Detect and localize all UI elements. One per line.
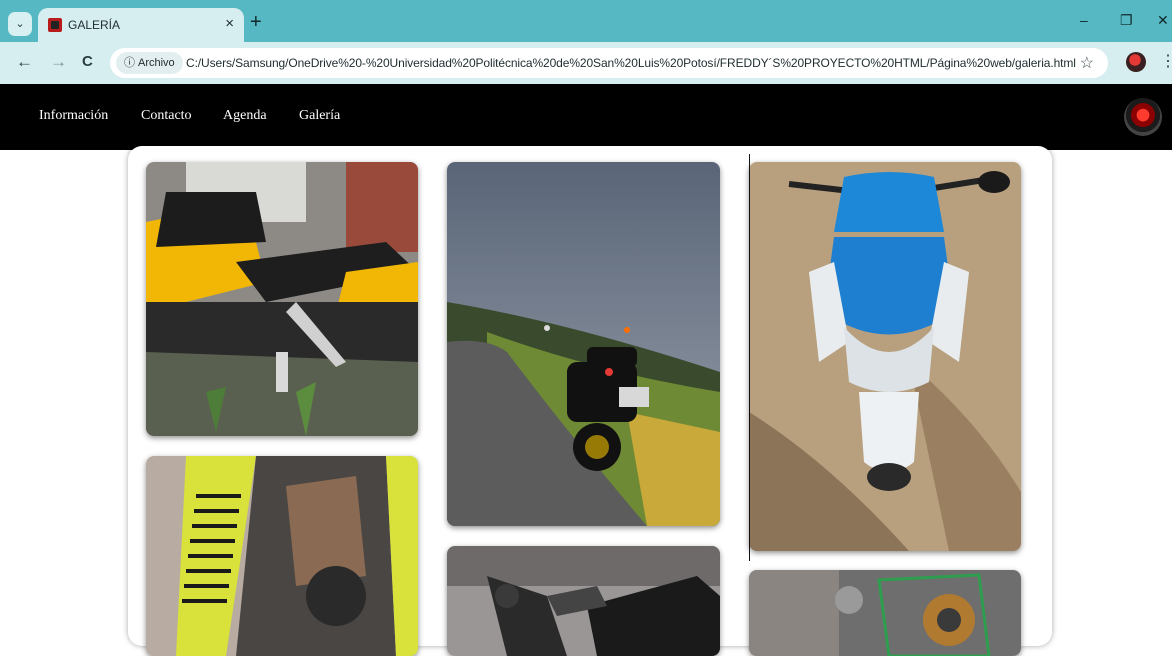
browser-toolbar: ← → C ⓘ Archivo C:/Users/Samsung/OneDrive… [0,42,1172,84]
page-divider [749,154,750,561]
window-close-button[interactable]: ✕ [1157,12,1169,29]
minimize-button[interactable]: – [1080,12,1088,28]
info-icon: ⓘ [124,57,135,69]
forward-arrow-icon[interactable]: → [50,52,67,72]
motorcycle-frame-photo[interactable] [447,546,720,656]
site-logo[interactable] [1124,98,1162,136]
site-navbar: Información Contacto Agenda Galería [0,84,1172,150]
menu-icon[interactable]: ⋮ [1160,51,1172,71]
restore-button[interactable]: ❐ [1120,12,1133,29]
motorcycle-on-road-photo[interactable] [447,162,720,526]
new-tab-button[interactable]: + [250,12,262,32]
address-bar[interactable]: ⓘ Archivo C:/Users/Samsung/OneDrive%20-%2… [110,48,1108,78]
engine-parts-photo[interactable] [749,570,1021,656]
nav-link-galeria[interactable]: Galería [299,108,340,124]
favicon-icon [48,18,62,32]
back-arrow-icon[interactable]: ← [16,52,33,72]
tab-search-button[interactable]: ⌄ [8,12,32,36]
profile-avatar[interactable] [1126,52,1146,72]
reload-icon[interactable]: C [82,52,93,72]
nav-link-agenda[interactable]: Agenda [223,108,267,124]
nav-link-contacto[interactable]: Contacto [141,108,192,124]
site-info-chip[interactable]: ⓘ Archivo [116,52,183,74]
bookmark-star-icon[interactable]: ☆ [1080,53,1094,73]
blue-scooter-photo[interactable] [749,162,1021,551]
url-text[interactable]: C:/Users/Samsung/OneDrive%20-%20Universi… [186,56,1076,70]
site-info-label: Archivo [138,57,175,69]
yellow-black-motorcycle-photo[interactable] [146,162,418,436]
browser-tab-bar: ⌄ GALERÍA × + – ❐ ✕ [0,0,1172,42]
yellow-panel-motorcycle-photo[interactable] [146,456,418,656]
nav-link-informacion[interactable]: Información [39,108,108,124]
tab-title: GALERÍA [68,18,121,32]
browser-tab[interactable]: GALERÍA × [38,8,244,42]
tab-close-icon[interactable]: × [225,15,234,32]
